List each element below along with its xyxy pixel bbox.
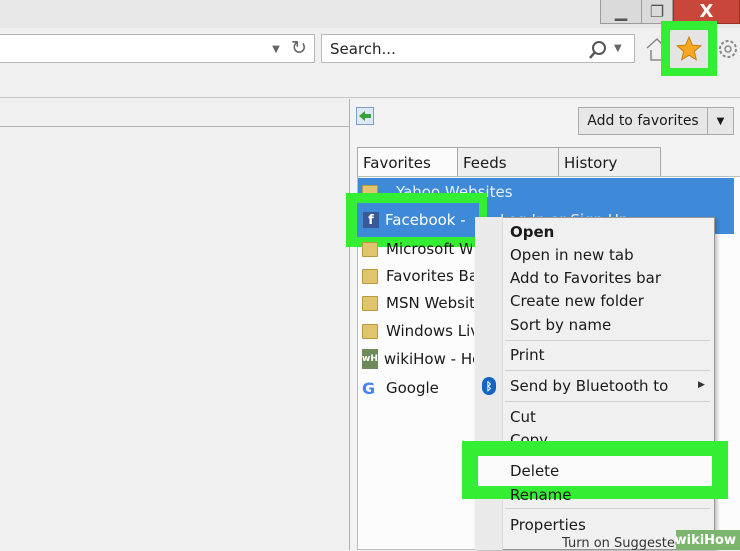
- bluetooth-icon: ᛒ: [482, 377, 496, 395]
- list-item[interactable]: Favorites Bar: [362, 263, 474, 289]
- folder-icon: [362, 323, 378, 339]
- tab-history[interactable]: History: [558, 147, 661, 176]
- wikihow-watermark: wikiHow: [675, 530, 740, 550]
- menu-item-cut[interactable]: Cut: [510, 406, 536, 428]
- pin-panel-button[interactable]: [356, 107, 374, 125]
- gear-icon[interactable]: [716, 35, 740, 63]
- tab-feeds[interactable]: Feeds: [457, 147, 559, 176]
- favorites-button[interactable]: [670, 30, 708, 68]
- menu-item-add-to-favorites-bar[interactable]: Add to Favorites bar: [510, 267, 661, 289]
- menu-item-sort-by-name[interactable]: Sort by name: [510, 314, 611, 336]
- search-box[interactable]: Search... ▼: [321, 34, 635, 63]
- chevron-down-icon: ▼: [716, 115, 725, 127]
- list-item-label: Facebook -: [385, 211, 466, 229]
- folder-icon: [362, 295, 378, 311]
- list-item-label: Windows Liv: [386, 322, 474, 340]
- menu-separator: [505, 401, 710, 402]
- list-item-label: MSN Websit: [386, 294, 474, 312]
- wikihow-icon: wH: [362, 349, 378, 369]
- menu-item-rename[interactable]: Rename: [510, 484, 572, 506]
- list-item[interactable]: wH wikiHow - Ho: [362, 346, 474, 372]
- list-item-facebook[interactable]: f Facebook -: [357, 203, 479, 237]
- list-item-label: Microsoft W: [386, 240, 472, 258]
- menu-item-print[interactable]: Print: [510, 344, 545, 366]
- google-icon: G: [362, 378, 376, 398]
- menu-separator: [505, 508, 710, 509]
- divider: [0, 126, 350, 127]
- menu-item-send-by-bluetooth[interactable]: Send by Bluetooth to: [510, 375, 668, 397]
- folder-icon: [362, 241, 378, 257]
- page-content-area: [0, 99, 350, 550]
- minimize-icon: ▁: [614, 2, 628, 21]
- facebook-icon: f: [363, 212, 379, 228]
- list-item[interactable]: Microsoft W: [362, 236, 472, 262]
- refresh-icon[interactable]: ↻: [289, 37, 309, 59]
- menu-separator: [505, 340, 710, 341]
- list-item-label: Google: [386, 379, 439, 397]
- menu-item-open[interactable]: Open: [510, 221, 554, 243]
- restore-icon: ❐: [649, 2, 665, 21]
- list-item-label: wikiHow - Ho: [383, 350, 474, 368]
- list-item[interactable]: G Google: [362, 375, 474, 401]
- search-icon[interactable]: [588, 40, 608, 60]
- menu-item-delete[interactable]: Delete: [478, 456, 712, 486]
- menu-item-properties[interactable]: Properties: [510, 514, 586, 536]
- add-to-favorites-button[interactable]: Add to favorites: [578, 107, 708, 135]
- menu-item-open-new-tab[interactable]: Open in new tab: [510, 244, 634, 266]
- menu-separator: [505, 370, 710, 371]
- favorites-star-icon: [675, 35, 703, 61]
- pin-arrow-icon: [359, 111, 371, 121]
- folder-icon: [362, 268, 378, 284]
- close-icon: X: [699, 1, 714, 22]
- add-to-favorites-dropdown[interactable]: ▼: [707, 107, 734, 135]
- tab-favorites[interactable]: Favorites: [357, 147, 458, 176]
- list-item-label: Favorites Bar: [386, 267, 474, 285]
- menu-item-create-new-folder[interactable]: Create new folder: [510, 290, 644, 312]
- list-item[interactable]: MSN Websit: [362, 290, 474, 316]
- minimize-button[interactable]: ▁: [600, 0, 642, 24]
- list-item[interactable]: Windows Liv: [362, 318, 474, 344]
- search-placeholder: Search...: [330, 40, 396, 58]
- address-dropdown-icon[interactable]: ▼: [268, 40, 284, 58]
- submenu-arrow-icon: ▶: [698, 380, 705, 390]
- search-dropdown-icon[interactable]: ▼: [614, 43, 622, 54]
